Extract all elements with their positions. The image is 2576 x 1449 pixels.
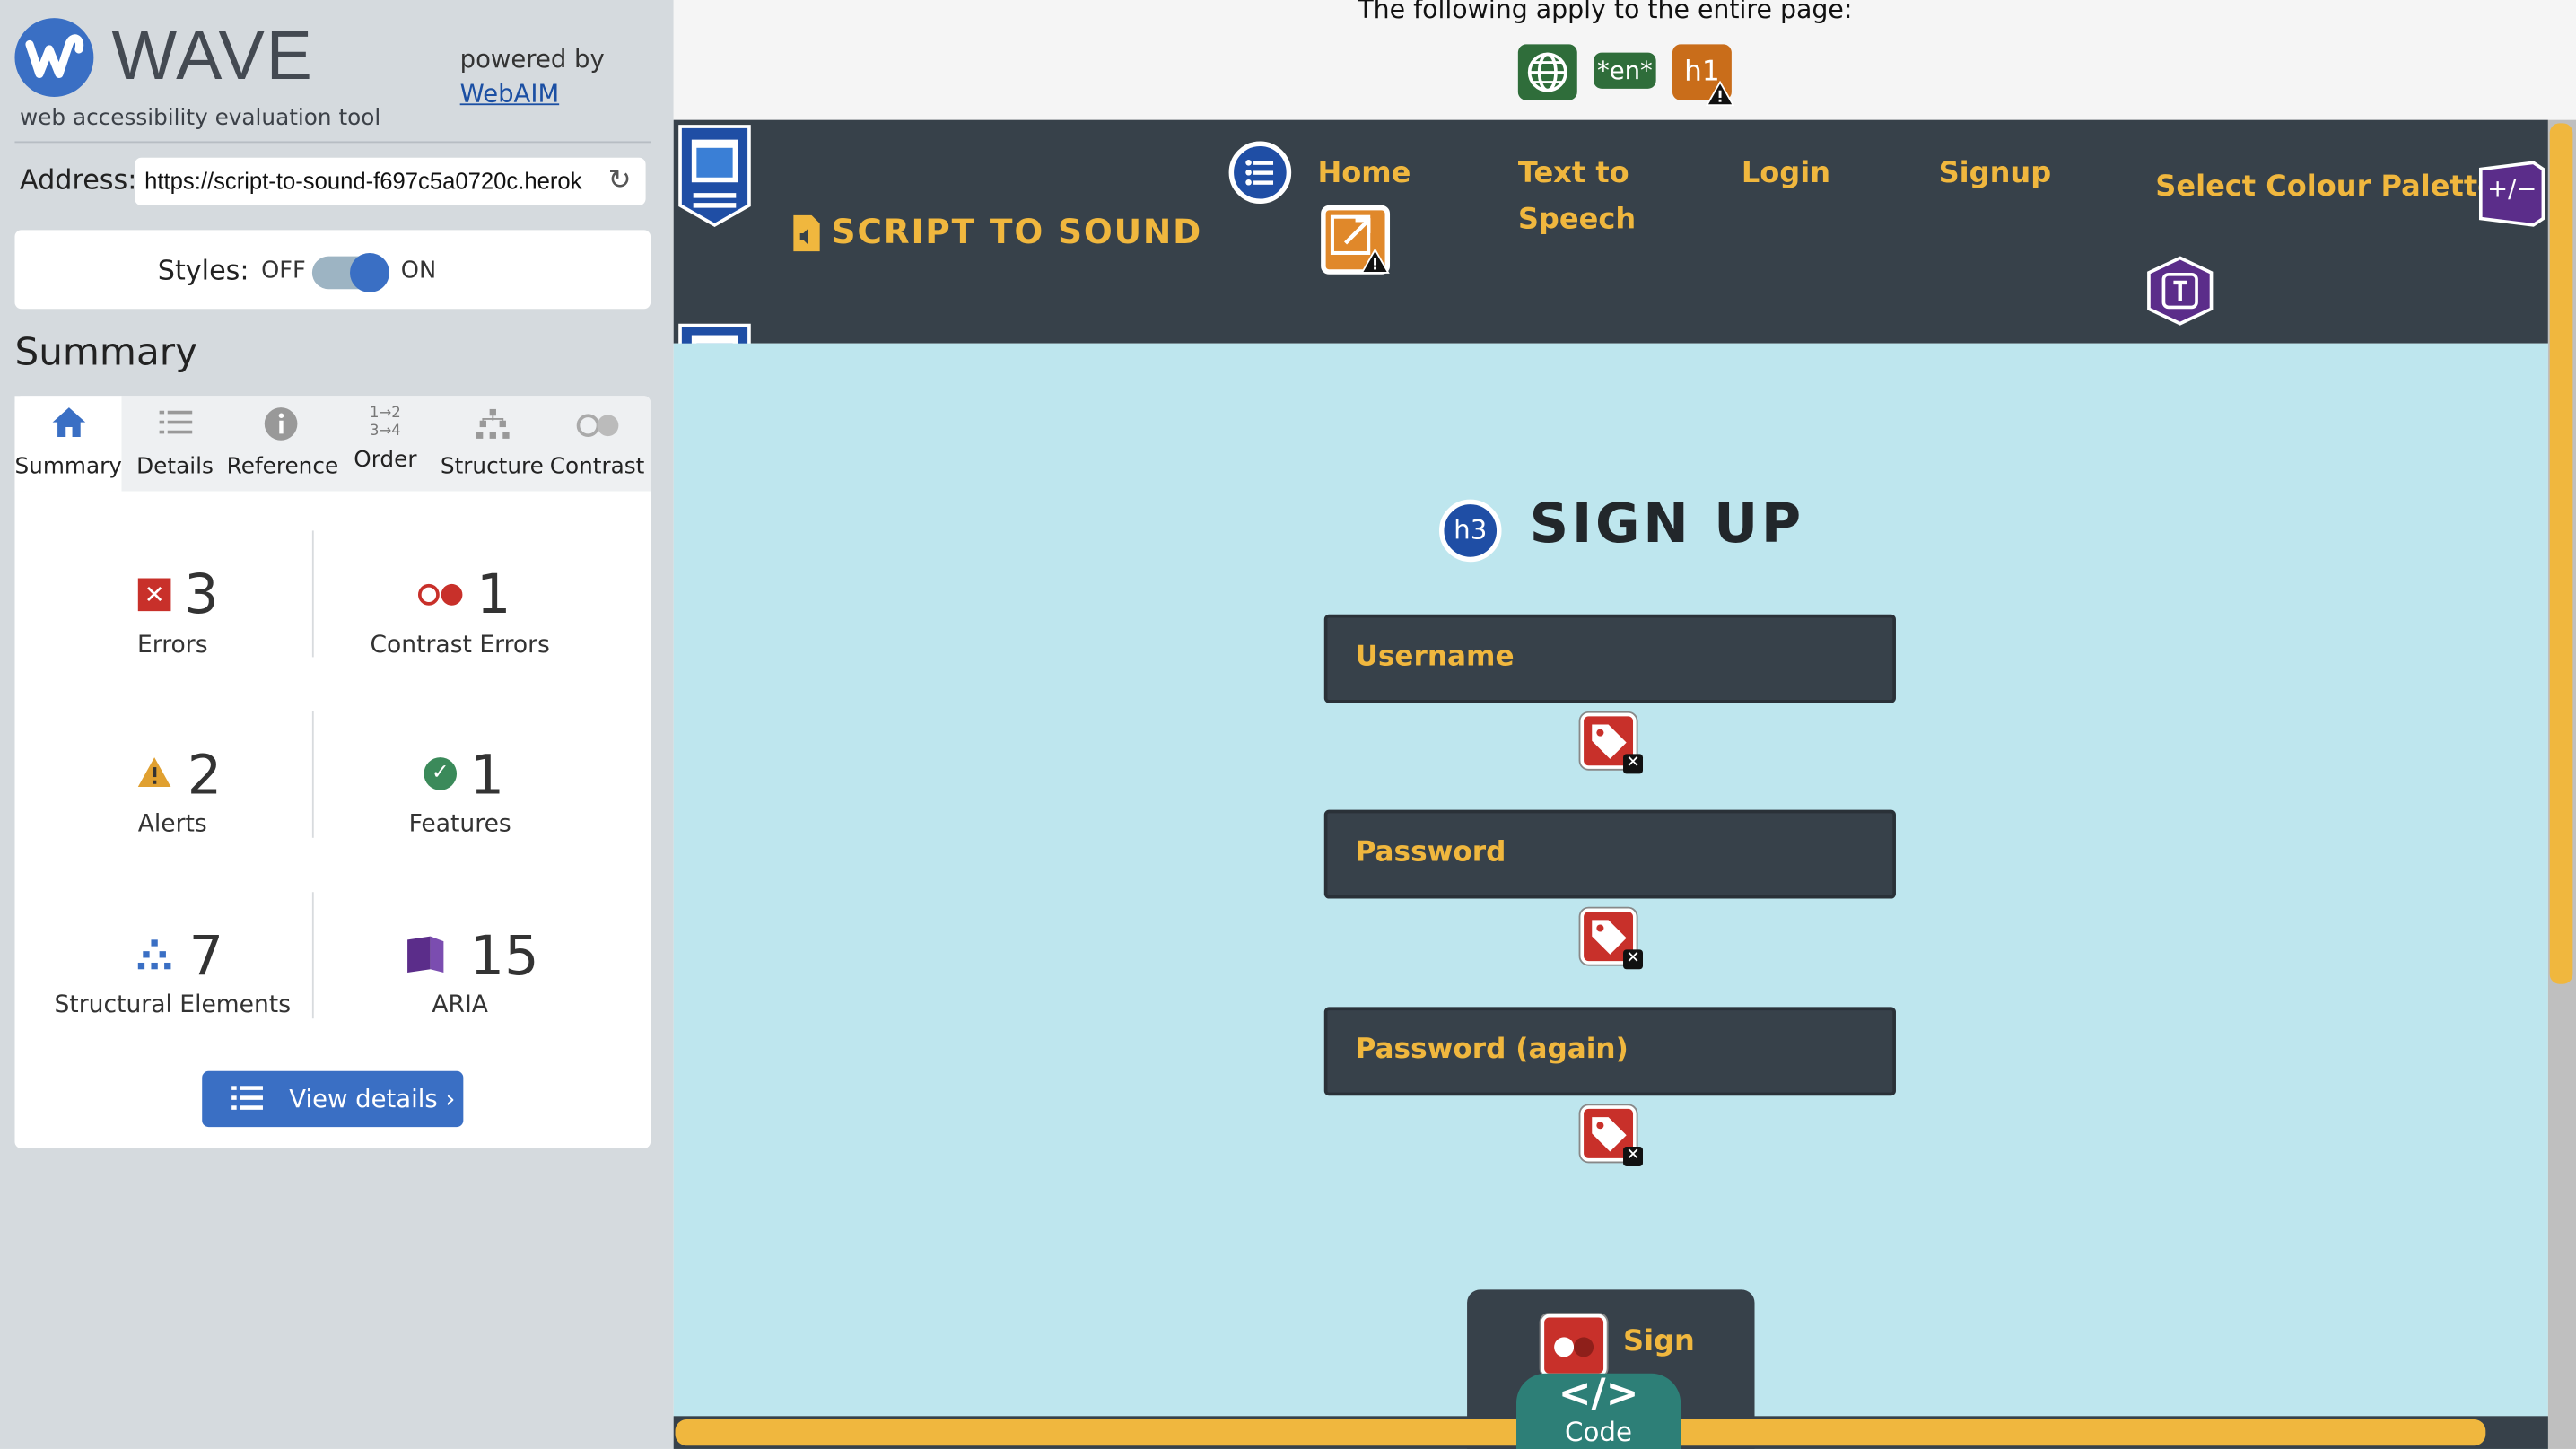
password-placeholder: Password xyxy=(1355,835,1506,869)
username-placeholder: Username xyxy=(1355,641,1515,674)
tab-structure[interactable]: Structure xyxy=(439,406,546,480)
address-input[interactable]: https://script-to-sound-f697c5a0720c.her… xyxy=(135,157,646,205)
tab-details-label: Details xyxy=(136,453,214,480)
view-details-button[interactable]: View details › xyxy=(202,1070,464,1128)
region-landmark-icon[interactable] xyxy=(677,123,752,254)
summary-panel xyxy=(14,396,651,1148)
tab-contrast-label: Contrast xyxy=(549,453,645,480)
nav-tts-link[interactable]: Text to xyxy=(1518,158,1629,191)
home-icon xyxy=(14,406,121,447)
tab-details[interactable]: Details xyxy=(121,406,228,480)
errors-count: 3 xyxy=(184,562,219,626)
tab-structure-label: Structure xyxy=(440,453,544,480)
alert-icon xyxy=(1360,248,1390,281)
sidebar-divider xyxy=(14,141,651,144)
powered-by-text: powered by xyxy=(459,44,605,74)
styles-label: Styles: xyxy=(157,254,249,286)
errors-label: Errors xyxy=(136,632,208,659)
error-x-icon: ✕ xyxy=(1623,754,1643,774)
signup-submit-label: Sign xyxy=(1623,1325,1695,1359)
nav-signup-link[interactable]: Signup xyxy=(1939,158,2052,191)
page-notice-text: The following apply to the entire page: xyxy=(1358,0,1853,25)
list-icon xyxy=(230,1081,266,1121)
styles-off-label: OFF xyxy=(261,258,306,284)
structure-icon xyxy=(439,406,546,450)
info-icon xyxy=(227,406,334,450)
aria-label: ARIA xyxy=(432,991,488,1019)
palette-select-label[interactable]: Select Colour Palette xyxy=(2155,170,2497,204)
styles-on-label: ON xyxy=(400,258,437,284)
contrast-error-icon[interactable] xyxy=(1541,1314,1607,1377)
wave-logo-icon xyxy=(14,18,94,98)
structural-label: Structural Elements xyxy=(54,991,292,1019)
contrast-error-icon xyxy=(417,581,467,615)
tab-summary[interactable]: Summary xyxy=(14,406,122,480)
heading-h3-icon[interactable]: h3 xyxy=(1438,499,1502,563)
view-details-label: View details › xyxy=(289,1084,456,1114)
address-label: Address: xyxy=(19,164,137,196)
contrast-errors-label: Contrast Errors xyxy=(370,632,550,659)
nav-home-link[interactable]: Home xyxy=(1317,158,1410,191)
error-icon: ✕ xyxy=(137,578,171,612)
site-brand[interactable]: SCRIPT TO SOUND xyxy=(831,212,1202,251)
structural-count: 7 xyxy=(188,923,224,988)
wave-logo-text: WAVE xyxy=(111,16,314,94)
tab-reference-label: Reference xyxy=(226,453,339,480)
tab-order-label: Order xyxy=(354,447,417,474)
aria-tabindex-icon[interactable] xyxy=(2144,255,2216,334)
tab-summary-label: Summary xyxy=(14,453,122,480)
alert-icon xyxy=(136,755,172,795)
sound-file-icon xyxy=(792,214,822,259)
globe-icon[interactable] xyxy=(1517,44,1577,100)
nav-tts-link-line2[interactable]: Speech xyxy=(1518,204,1636,237)
aria-icon xyxy=(404,933,447,982)
feature-icon: ✓ xyxy=(424,757,458,790)
alert-icon xyxy=(1705,80,1735,114)
alerts-label: Alerts xyxy=(137,811,207,838)
vertical-scrollbar-thumb[interactable] xyxy=(2549,123,2573,984)
features-label: Features xyxy=(408,811,511,838)
password-again-field[interactable]: Password (again) xyxy=(1323,1007,1896,1096)
wave-sidebar: WAVE web accessibility evaluation tool p… xyxy=(0,0,674,1449)
structure-icon xyxy=(135,937,174,980)
tab-contrast[interactable]: Contrast xyxy=(544,406,651,480)
password-field[interactable]: Password xyxy=(1323,809,1896,899)
reload-icon[interactable]: ↻ xyxy=(607,164,631,197)
palette-toggle-label: +/− xyxy=(2487,174,2537,205)
contrast-errors-count: 1 xyxy=(476,562,511,626)
error-x-icon: ✕ xyxy=(1623,949,1643,970)
list-icon xyxy=(121,406,228,447)
code-tab-label: Code xyxy=(1565,1416,1633,1448)
username-field[interactable]: Username xyxy=(1323,614,1896,703)
nav-login-link[interactable]: Login xyxy=(1742,158,1830,191)
error-x-icon: ✕ xyxy=(1623,1147,1643,1167)
password-again-placeholder: Password (again) xyxy=(1355,1033,1629,1067)
styles-toggle-knob[interactable] xyxy=(350,252,389,292)
webaim-link[interactable]: WebAIM xyxy=(460,79,559,109)
order-icon: 1→2 3→4 xyxy=(369,406,401,441)
code-icon: </> xyxy=(1558,1370,1639,1417)
contrast-icon xyxy=(544,406,651,450)
alerts-count: 2 xyxy=(187,742,223,807)
summary-heading: Summary xyxy=(14,331,198,375)
features-count: 1 xyxy=(469,742,505,807)
wave-tagline: web accessibility evaluation tool xyxy=(19,105,381,132)
aria-count: 15 xyxy=(469,923,539,988)
list-icon[interactable] xyxy=(1228,141,1292,205)
language-icon[interactable]: *en* xyxy=(1594,52,1656,89)
tab-order[interactable]: 1→2 3→4 Order xyxy=(332,406,439,473)
code-toggle-tab[interactable]: </> Code xyxy=(1516,1370,1681,1449)
tab-reference[interactable]: Reference xyxy=(226,406,339,480)
signup-title: SIGN UP xyxy=(1529,491,1804,555)
